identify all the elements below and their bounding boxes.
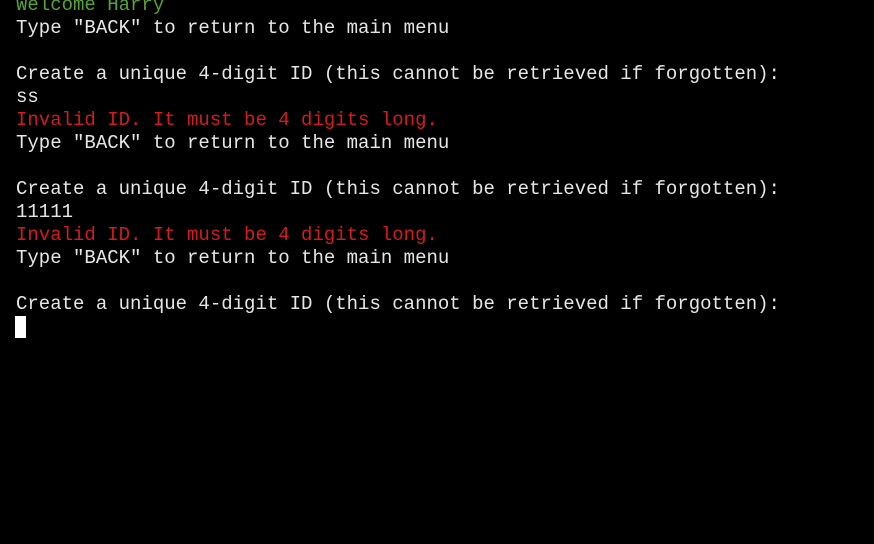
back-instruction: Type "BACK" to return to the main menu xyxy=(16,132,450,154)
back-instruction: Type "BACK" to return to the main menu xyxy=(16,17,450,39)
error-message: Invalid ID. It must be 4 digits long. xyxy=(16,109,438,131)
welcome-message: Welcome Harry xyxy=(16,0,165,16)
text-cursor[interactable] xyxy=(15,316,26,338)
user-input-echo: ss xyxy=(16,86,39,108)
terminal-window[interactable]: Welcome Harry Type "BACK" to return to t… xyxy=(0,0,874,544)
id-prompt: Create a unique 4-digit ID (this cannot … xyxy=(16,178,780,200)
id-prompt: Create a unique 4-digit ID (this cannot … xyxy=(16,63,780,85)
user-input-echo: 11111 xyxy=(16,201,74,223)
error-message: Invalid ID. It must be 4 digits long. xyxy=(16,224,438,246)
id-prompt-current: Create a unique 4-digit ID (this cannot … xyxy=(16,293,780,315)
back-instruction: Type "BACK" to return to the main menu xyxy=(16,247,450,269)
